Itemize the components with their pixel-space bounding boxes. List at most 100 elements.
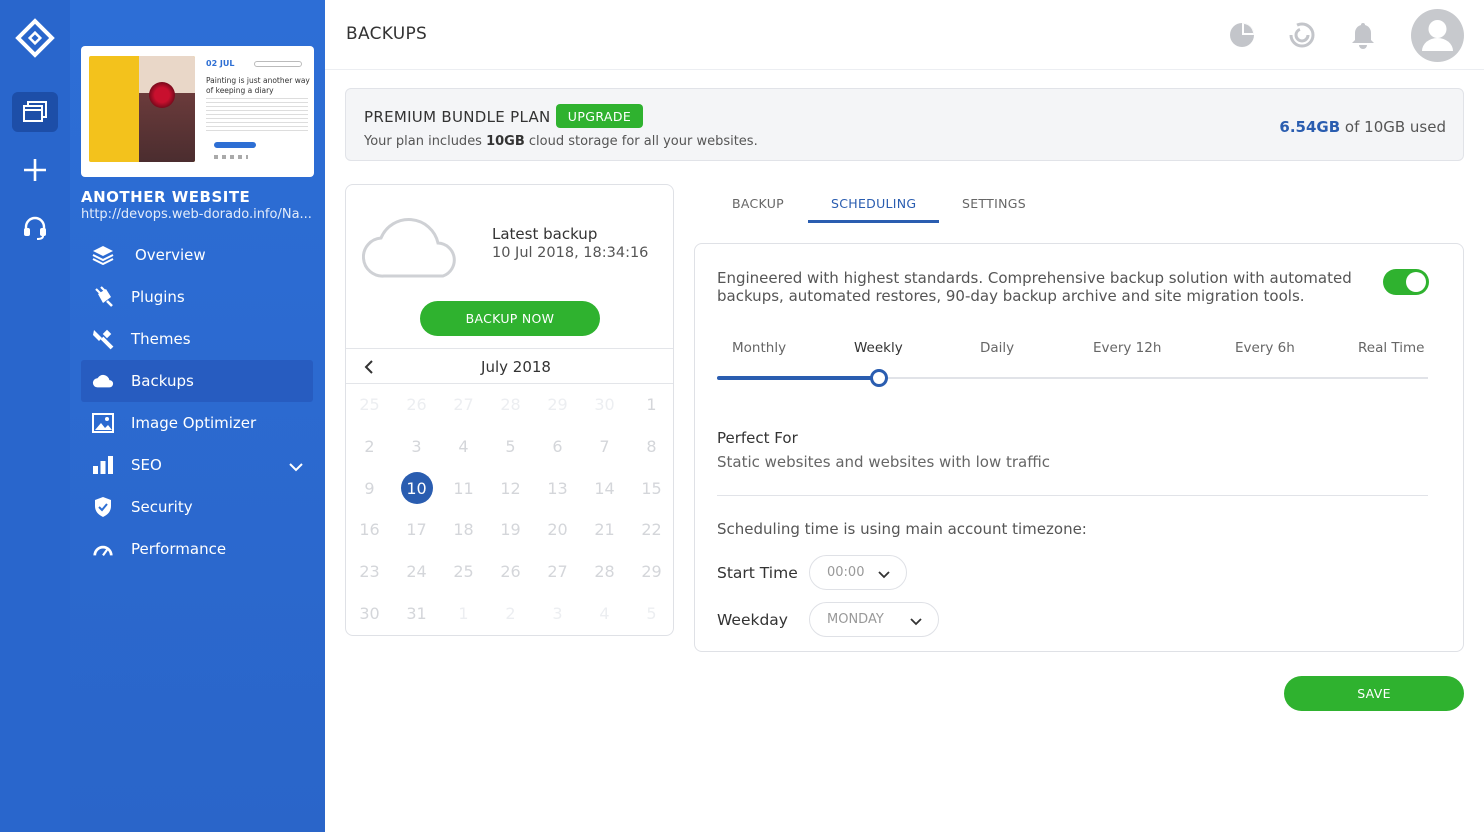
calendar-day[interactable]: 19 — [487, 509, 534, 551]
calendar-day[interactable]: 13 — [534, 467, 581, 509]
calendar-day[interactable]: 27 — [534, 551, 581, 593]
website-preview-thumbnail[interactable]: 02 JUL Painting is just another way of k… — [81, 46, 314, 177]
preview-title: Painting is just another way of keeping … — [206, 76, 310, 95]
brush-icon — [92, 328, 114, 350]
frequency-every-6h[interactable]: Every 6h — [1235, 340, 1295, 356]
frequency-daily[interactable]: Daily — [980, 340, 1014, 356]
chevron-down-icon[interactable] — [289, 458, 303, 476]
calendar-day[interactable]: 26 — [487, 551, 534, 593]
calendar-day[interactable]: 4 — [581, 592, 628, 634]
calendar-month: July 2018 — [481, 358, 551, 376]
sidebar-item-performance[interactable]: Performance — [81, 528, 313, 570]
calendar-day[interactable]: 3 — [393, 426, 440, 468]
calendar-day[interactable]: 15 — [628, 467, 673, 509]
sidebar-item-plugins[interactable]: Plugins — [81, 276, 313, 318]
tab-scheduling[interactable]: SCHEDULING — [831, 196, 916, 211]
calendar-day[interactable]: 14 — [581, 467, 628, 509]
scheduling-description: Engineered with highest standards. Compr… — [717, 269, 1352, 305]
calendar-day[interactable]: 2 — [487, 592, 534, 634]
backup-now-button[interactable]: BACKUP NOW — [420, 301, 600, 336]
start-time-select[interactable]: 00:00 — [809, 555, 907, 590]
calendar-day[interactable]: 8 — [628, 426, 673, 468]
plus-icon[interactable] — [12, 150, 58, 190]
sidebar-item-overview[interactable]: Overview — [81, 234, 313, 276]
calendar-day[interactable]: 17 — [393, 509, 440, 551]
calendar-day[interactable]: 18 — [440, 509, 487, 551]
calendar-day[interactable]: 23 — [346, 551, 393, 593]
user-avatar-icon[interactable] — [1411, 9, 1464, 62]
frequency-every-12h[interactable]: Every 12h — [1093, 340, 1161, 356]
site-name: ANOTHER WEBSITE — [81, 188, 251, 206]
sidebar-item-label: Overview — [135, 246, 206, 264]
calendar-grid: 25 26 27 28 29 30 1 2 3 4 5 6 7 8 9 10 11 12 13 14 15 16 17 18 1… — [346, 384, 673, 634]
tabs: BACKUP SCHEDULING SETTINGS — [694, 184, 1464, 224]
calendar-day[interactable]: 28 — [581, 551, 628, 593]
scheduling-panel: Engineered with highest standards. Compr… — [694, 243, 1464, 652]
calendar-day[interactable]: 12 — [487, 467, 534, 509]
calendar-week-row: 2345678 — [346, 426, 673, 468]
calendar-day[interactable]: 21 — [581, 509, 628, 551]
calendar-day[interactable]: 1 — [440, 592, 487, 634]
calendar-day[interactable]: 20 — [534, 509, 581, 551]
latest-backup-date: 10 Jul 2018, 18:34:16 — [492, 245, 649, 261]
frequency-slider-handle[interactable] — [869, 369, 888, 387]
calendar-day[interactable]: 22 — [628, 509, 673, 551]
calendar-day[interactable]: 29 — [534, 384, 581, 426]
sidebar-item-label: Plugins — [131, 288, 185, 306]
calendar-day[interactable]: 2 — [346, 426, 393, 468]
calendar-day[interactable]: 30 — [346, 592, 393, 634]
calendar-day-selected[interactable]: 10 — [393, 467, 440, 509]
layers-icon — [92, 244, 114, 266]
calendar-day[interactable]: 26 — [393, 384, 440, 426]
calendar-day[interactable]: 3 — [534, 592, 581, 634]
calendar-day[interactable]: 28 — [487, 384, 534, 426]
sidebar-item-seo[interactable]: SEO — [81, 444, 313, 486]
tab-backup[interactable]: BACKUP — [732, 196, 784, 211]
scheduling-toggle[interactable] — [1383, 269, 1429, 295]
calendar-day[interactable]: 25 — [346, 384, 393, 426]
sidebar-item-label: Performance — [131, 540, 227, 558]
save-button[interactable]: SAVE — [1284, 676, 1464, 711]
sidebar-item-security[interactable]: Security — [81, 486, 313, 528]
sidebar-item-themes[interactable]: Themes — [81, 318, 313, 360]
calendar-day[interactable]: 9 — [346, 467, 393, 509]
calendar-day[interactable]: 27 — [440, 384, 487, 426]
frequency-weekly[interactable]: Weekly — [854, 340, 903, 356]
sidebar-item-label: SEO — [131, 456, 162, 474]
weekday-label: Weekday — [717, 611, 788, 629]
calendar-day[interactable]: 24 — [393, 551, 440, 593]
preview-photo — [89, 56, 195, 162]
site-url[interactable]: http://devops.web-dorado.info/Na... — [81, 207, 316, 222]
weekday-select[interactable]: MONDAY — [809, 602, 939, 637]
websites-icon[interactable] — [12, 92, 58, 132]
spinner-icon[interactable] — [1287, 20, 1317, 50]
tab-settings[interactable]: SETTINGS — [962, 196, 1026, 211]
frequency-monthly[interactable]: Monthly — [732, 340, 786, 356]
diamond-logo-icon[interactable] — [13, 16, 57, 60]
calendar-day[interactable]: 31 — [393, 592, 440, 634]
pie-chart-icon[interactable] — [1227, 20, 1257, 50]
chevron-down-icon — [878, 568, 890, 583]
preview-button — [214, 142, 256, 148]
sidebar-item-image-optimizer[interactable]: Image Optimizer — [81, 402, 313, 444]
calendar-day[interactable]: 5 — [628, 592, 673, 634]
calendar-day[interactable]: 11 — [440, 467, 487, 509]
calendar-day[interactable]: 5 — [487, 426, 534, 468]
calendar-day[interactable]: 30 — [581, 384, 628, 426]
support-headset-icon[interactable] — [12, 208, 58, 248]
icon-rail — [0, 0, 70, 832]
calendar-day[interactable]: 1 — [628, 384, 673, 426]
preview-text-lines — [206, 98, 308, 132]
calendar-day[interactable]: 25 — [440, 551, 487, 593]
upgrade-button[interactable]: UPGRADE — [556, 104, 643, 128]
frequency-real-time[interactable]: Real Time — [1358, 340, 1424, 356]
calendar-day[interactable]: 7 — [581, 426, 628, 468]
calendar-day[interactable]: 29 — [628, 551, 673, 593]
latest-backup-label: Latest backup — [492, 225, 598, 243]
calendar-day[interactable]: 6 — [534, 426, 581, 468]
sidebar-item-backups[interactable]: Backups — [81, 360, 313, 402]
plan-name: PREMIUM BUNDLE PLAN — [364, 108, 551, 126]
bell-icon[interactable] — [1348, 20, 1378, 50]
calendar-day[interactable]: 4 — [440, 426, 487, 468]
calendar-day[interactable]: 16 — [346, 509, 393, 551]
